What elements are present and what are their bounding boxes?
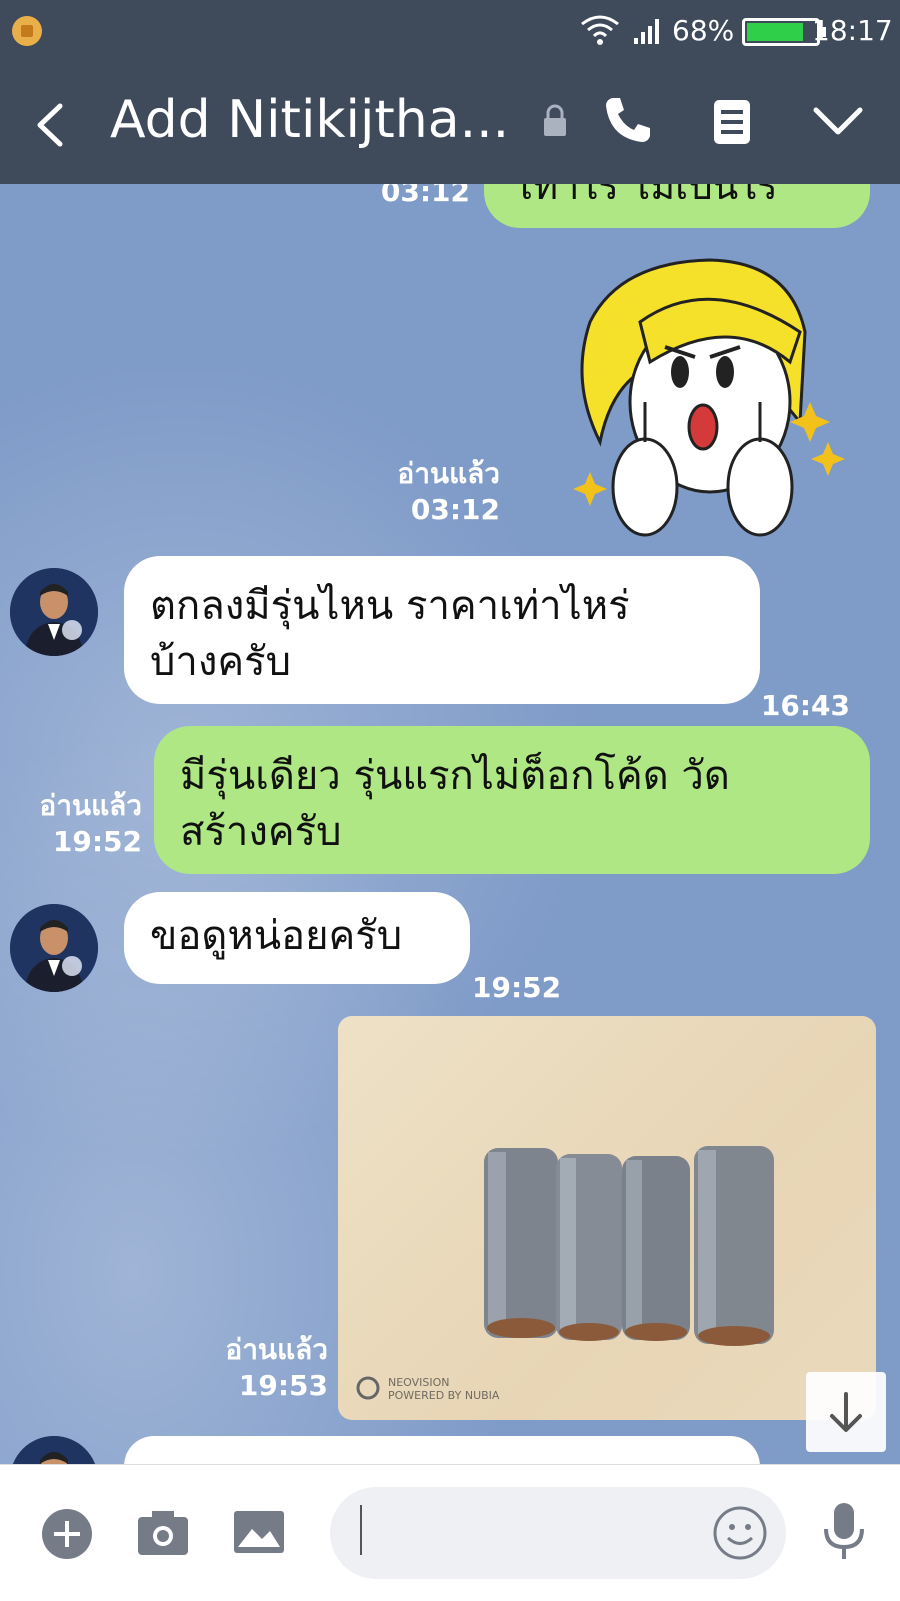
- lock-icon: [544, 104, 566, 136]
- status-time: 18:17: [812, 14, 893, 47]
- avatar-person-icon: [10, 568, 98, 656]
- phone-call-icon[interactable]: [602, 94, 654, 146]
- message-time: 19:52: [472, 971, 562, 1004]
- battery-icon: [742, 18, 826, 46]
- wifi-icon: [581, 15, 619, 45]
- watermark-line: NEOVISION: [388, 1376, 450, 1389]
- message-text-line: ตกลงมีรุ่นไหน ราคาเท่าไหร่: [150, 583, 630, 629]
- microphone-icon[interactable]: [822, 1501, 866, 1563]
- composer-bar: [0, 1464, 900, 1601]
- plus-icon[interactable]: [40, 1507, 94, 1561]
- message-bubble-outgoing[interactable]: เท่าไร ไม่เป็นไร: [484, 184, 870, 228]
- photo-message[interactable]: NEOVISION POWERED BY NUBIA: [338, 1016, 876, 1420]
- message-read-receipt: อ่านแล้ว 19:52: [10, 788, 142, 860]
- status-bar: 68% 18:17: [0, 0, 900, 62]
- contact-avatar[interactable]: [10, 904, 98, 992]
- message-time: 19:52: [52, 825, 142, 858]
- message-text-line: บ้างครับ: [150, 639, 292, 685]
- chevron-down-icon[interactable]: [812, 102, 864, 142]
- message-bubble-incoming[interactable]: ตกลงมีรุ่นไหน ราคาเท่าไหร่ บ้างครับ: [124, 556, 760, 704]
- avatar-person-icon: [10, 904, 98, 992]
- text-caret: [360, 1505, 362, 1555]
- message-text-line: มีรุ่นเดียว รุ่นแรกไม่ต็อกโค้ด วัด: [180, 753, 730, 799]
- sticker-read-receipt: อ่านแล้ว 03:12: [360, 456, 500, 528]
- photo-watermark: NEOVISION POWERED BY NUBIA: [388, 1376, 499, 1402]
- message-bubble-outgoing[interactable]: มีรุ่นเดียว รุ่นแรกไม่ต็อกโค้ด วัด สร้าง…: [154, 726, 870, 874]
- message-time: 03:12: [380, 184, 470, 208]
- contact-avatar[interactable]: [10, 568, 98, 656]
- avatar-person-icon: [10, 1436, 98, 1464]
- app-notification-icon: [12, 16, 42, 46]
- message-time: 16:43: [760, 689, 850, 722]
- read-label: อ่านแล้ว: [39, 789, 142, 822]
- arrow-down-icon: [830, 1392, 862, 1432]
- message-bubble-incoming[interactable]: ขอดูหน่อยครับ: [124, 892, 470, 984]
- signal-icon: [634, 19, 659, 44]
- message-time: 03:12: [410, 493, 500, 526]
- photo-read-receipt: อ่านแล้ว 19:53: [190, 1332, 328, 1404]
- chat-title[interactable]: Add Nitikijtha...: [110, 90, 510, 150]
- sticker-image[interactable]: [560, 252, 850, 542]
- battery-percent: 68%: [672, 14, 735, 47]
- message-text: ขอดูหน่อยครับ: [150, 913, 403, 959]
- watermark-line: POWERED BY NUBIA: [388, 1389, 500, 1402]
- notes-icon[interactable]: [712, 98, 752, 146]
- back-arrow-icon[interactable]: [30, 100, 70, 150]
- contact-avatar[interactable]: [10, 1436, 98, 1464]
- read-label: อ่านแล้ว: [397, 457, 500, 490]
- read-label: อ่านแล้ว: [225, 1333, 328, 1366]
- message-text: เท่าไร ไม่เป็นไร: [520, 184, 778, 208]
- scroll-to-bottom-button[interactable]: [806, 1372, 886, 1452]
- amulet-rods-image: [356, 1146, 774, 1400]
- message-time: 19:53: [238, 1369, 328, 1402]
- message-text-line: สร้างครับ: [180, 809, 342, 855]
- emoji-icon[interactable]: [712, 1505, 768, 1561]
- message-bubble-incoming-partial[interactable]: [124, 1436, 760, 1464]
- image-gallery-icon[interactable]: [232, 1509, 286, 1555]
- chat-area[interactable]: เท่าไร ไม่เป็นไร 03:12 อ่านแล้ว 03:12 ตก…: [0, 184, 900, 1464]
- camera-icon[interactable]: [136, 1507, 190, 1557]
- chat-header: Add Nitikijtha...: [0, 62, 900, 184]
